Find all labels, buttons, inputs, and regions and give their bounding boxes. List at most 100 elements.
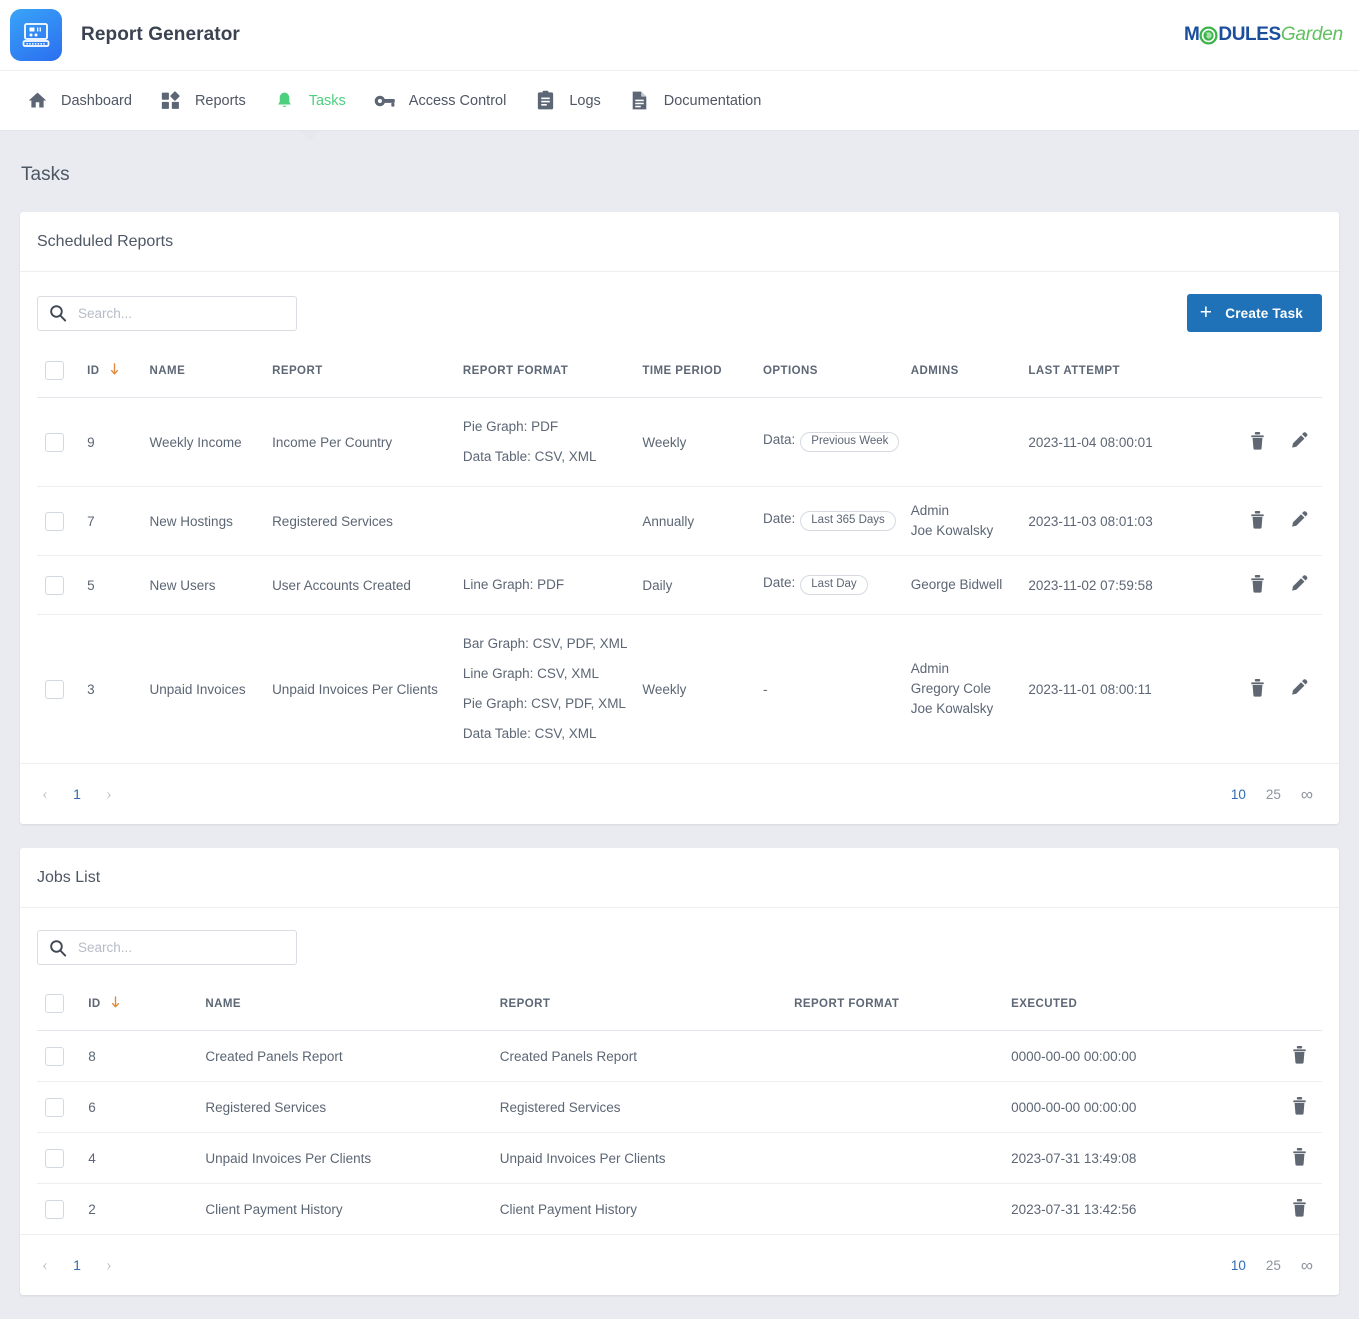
cell-time-period: Annually	[642, 487, 763, 556]
page-size-25[interactable]: 25	[1256, 1258, 1291, 1273]
cell-actions	[1253, 1133, 1322, 1184]
col-last-attempt[interactable]: LAST ATTEMPT	[1028, 332, 1195, 398]
delete-icon[interactable]	[1249, 678, 1266, 700]
cell-report-format: Line Graph: PDF	[463, 556, 642, 615]
col-report-format[interactable]: REPORT FORMAT	[463, 332, 642, 398]
table-row[interactable]: 2Client Payment HistoryClient Payment Hi…	[37, 1184, 1322, 1235]
cell-actions	[1253, 1031, 1322, 1082]
row-checkbox[interactable]	[45, 1047, 64, 1066]
page-size-10[interactable]: 10	[1221, 787, 1256, 802]
row-checkbox[interactable]	[45, 433, 64, 452]
scheduled-search[interactable]	[37, 296, 297, 331]
bell-icon	[274, 90, 296, 112]
pagination-page-1[interactable]: 1	[62, 1250, 92, 1280]
col-report[interactable]: REPORT	[500, 965, 794, 1031]
search-input[interactable]	[37, 930, 297, 965]
cell-id: 7	[87, 487, 149, 556]
row-checkbox[interactable]	[45, 1098, 64, 1117]
col-time-period[interactable]: TIME PERIOD	[642, 332, 763, 398]
row-select-cell	[37, 615, 87, 764]
col-executed[interactable]: EXECUTED	[1011, 965, 1253, 1031]
table-row[interactable]: 6Registered ServicesRegistered Services0…	[37, 1082, 1322, 1133]
pagination-prev[interactable]: ‹	[28, 1248, 62, 1282]
page-size-10[interactable]: 10	[1221, 1258, 1256, 1273]
col-admins[interactable]: ADMINS	[911, 332, 1029, 398]
option-pill: Previous Week	[800, 432, 899, 453]
nav-item-tasks[interactable]: Tasks	[260, 70, 360, 131]
col-report-format[interactable]: REPORT FORMAT	[794, 965, 1011, 1031]
select-all-header	[37, 965, 88, 1031]
col-actions	[1253, 965, 1322, 1031]
cell-id: 9	[87, 398, 149, 487]
search-input[interactable]	[37, 296, 297, 331]
delete-icon[interactable]	[1249, 510, 1266, 532]
col-name[interactable]: NAME	[205, 965, 499, 1031]
table-row[interactable]: 7New HostingsRegistered ServicesAnnually…	[37, 487, 1322, 556]
select-all-checkbox[interactable]	[45, 361, 64, 380]
nav-item-access-control[interactable]: Access Control	[360, 70, 521, 131]
table-row[interactable]: 3Unpaid InvoicesUnpaid Invoices Per Clie…	[37, 615, 1322, 764]
pagination-next[interactable]: ›	[92, 1248, 126, 1282]
delete-icon[interactable]	[1249, 431, 1266, 453]
jobs-search[interactable]	[37, 930, 297, 965]
table-row[interactable]: 8Created Panels ReportCreated Panels Rep…	[37, 1031, 1322, 1082]
delete-icon[interactable]	[1249, 574, 1266, 596]
row-checkbox[interactable]	[45, 680, 64, 699]
pagination-page-1[interactable]: 1	[62, 779, 92, 809]
edit-icon[interactable]	[1290, 431, 1308, 453]
modulesgarden-logo: M DULESGarden	[1184, 24, 1343, 46]
row-checkbox[interactable]	[45, 512, 64, 531]
delete-icon[interactable]	[1291, 1198, 1308, 1220]
page-size-all[interactable]: ∞	[1291, 786, 1325, 803]
jobs-list-table: ID NAME REPORT REPORT FORMAT EXECUTED	[37, 965, 1322, 1234]
table-row[interactable]: 5New UsersUser Accounts CreatedLine Grap…	[37, 556, 1322, 615]
report-format-line: Pie Graph: CSV, PDF, XML	[463, 689, 634, 719]
cell-options: Data:Previous Week	[763, 398, 911, 487]
nav-item-dashboard[interactable]: Dashboard	[12, 70, 146, 131]
nav-item-logs[interactable]: Logs	[520, 70, 614, 131]
cell-report: Unpaid Invoices Per Clients	[272, 615, 463, 764]
table-row[interactable]: 4Unpaid Invoices Per ClientsUnpaid Invoi…	[37, 1133, 1322, 1184]
page-size-25[interactable]: 25	[1256, 787, 1291, 802]
row-checkbox[interactable]	[45, 1149, 64, 1168]
report-format-line: Data Table: CSV, XML	[463, 719, 634, 749]
create-task-button[interactable]: + Create Task	[1187, 294, 1322, 332]
jobs-list-title: Jobs List	[20, 848, 1339, 908]
page-size-all[interactable]: ∞	[1291, 1257, 1325, 1274]
col-name[interactable]: NAME	[150, 332, 273, 398]
edit-icon[interactable]	[1290, 678, 1308, 700]
cell-report: Client Payment History	[500, 1184, 794, 1235]
cell-last-attempt: 2023-11-04 08:00:01	[1028, 398, 1195, 487]
delete-icon[interactable]	[1291, 1096, 1308, 1118]
nav-label: Dashboard	[61, 93, 132, 109]
admin-name: George Bidwell	[911, 575, 1021, 595]
delete-icon[interactable]	[1291, 1045, 1308, 1067]
report-generator-icon	[10, 9, 62, 61]
col-id[interactable]: ID	[87, 332, 149, 398]
pagination-prev[interactable]: ‹	[28, 777, 62, 811]
col-options[interactable]: OPTIONS	[763, 332, 911, 398]
row-select-cell	[37, 1184, 88, 1235]
col-id[interactable]: ID	[88, 965, 205, 1031]
col-report[interactable]: REPORT	[272, 332, 463, 398]
page-title: Tasks	[20, 131, 1339, 212]
table-row[interactable]: 9Weekly IncomeIncome Per CountryPie Grap…	[37, 398, 1322, 487]
delete-icon[interactable]	[1291, 1147, 1308, 1169]
jobs-list-card: Jobs List	[20, 848, 1339, 1295]
pagination-next[interactable]: ›	[92, 777, 126, 811]
row-checkbox[interactable]	[45, 576, 64, 595]
main-navigation: Dashboard Reports Tasks	[0, 70, 1359, 131]
select-all-checkbox[interactable]	[45, 994, 64, 1013]
admin-name: Joe Kowalsky	[911, 521, 1021, 541]
home-icon	[26, 90, 48, 112]
report-format-line: Data Table: CSV, XML	[463, 442, 634, 472]
nav-item-documentation[interactable]: Documentation	[615, 70, 776, 131]
edit-icon[interactable]	[1290, 574, 1308, 596]
nav-item-reports[interactable]: Reports	[146, 70, 260, 131]
row-checkbox[interactable]	[45, 1200, 64, 1219]
edit-icon[interactable]	[1290, 510, 1308, 532]
cell-admins: AdminJoe Kowalsky	[911, 487, 1029, 556]
cell-executed: 0000-00-00 00:00:00	[1011, 1082, 1253, 1133]
scheduled-table-header: ID NAME REPORT REPORT FORMAT TIME PER	[37, 332, 1322, 398]
report-format-line: Bar Graph: CSV, PDF, XML	[463, 629, 634, 659]
